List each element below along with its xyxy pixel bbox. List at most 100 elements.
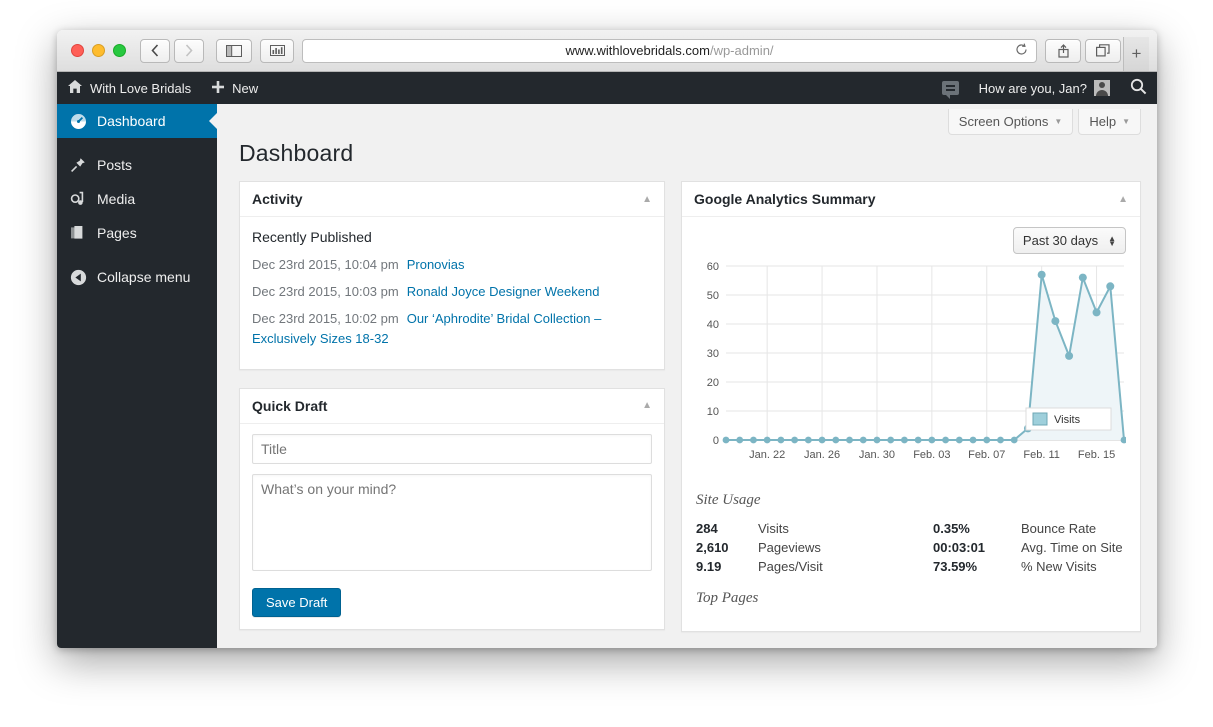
- forward-button[interactable]: [174, 38, 204, 63]
- x-tick-label: Feb. 07: [968, 449, 1005, 461]
- window-controls[interactable]: [71, 44, 126, 57]
- top-pages-label: Top Pages: [696, 590, 759, 606]
- chart-legend: Visits: [1025, 407, 1112, 431]
- y-tick-label: 60: [707, 261, 719, 273]
- avatar: [1094, 80, 1110, 96]
- admin-content: Screen Options ▼ Help ▼ Dashboard Activi…: [217, 104, 1157, 648]
- y-tick-label: 10: [707, 406, 719, 418]
- browser-window: www.withlovebridals.com/wp-admin/ + With…: [57, 30, 1157, 648]
- pin-icon: [69, 157, 87, 173]
- chart-y-axis-labels: 0 10 20 30 40 50 60: [707, 261, 719, 447]
- y-tick-label: 30: [707, 348, 719, 360]
- screen-options-button[interactable]: Screen Options ▼: [947, 109, 1074, 135]
- chart-data-point: [928, 436, 936, 444]
- save-draft-button[interactable]: Save Draft: [252, 587, 342, 617]
- site-usage-label: Site Usage: [696, 492, 761, 508]
- reader-view-icon[interactable]: [260, 38, 294, 63]
- analytics-widget-body: Past 30 days ▲ ▼ 0 10 20 30 40 50 60 Jan…: [682, 217, 1140, 631]
- quick-draft-title-input[interactable]: [252, 433, 652, 464]
- new-content-label: New: [232, 80, 259, 96]
- chart-data-point: [873, 436, 881, 444]
- x-tick-label: Feb. 11: [1023, 449, 1060, 461]
- greeting-label: How are you, Jan?: [978, 80, 1087, 96]
- chevron-down-icon: ▼: [1054, 116, 1063, 126]
- sidebar-item-dashboard[interactable]: Dashboard: [57, 104, 217, 138]
- toolbar-right-buttons: [1045, 38, 1121, 63]
- sidebar-label-collapse-menu: Collapse menu: [97, 269, 191, 285]
- usage-value: 2,610: [696, 540, 729, 555]
- usage-value: 9.19: [696, 559, 722, 574]
- chart-data-point: [1106, 282, 1115, 291]
- y-tick-label: 20: [707, 377, 719, 389]
- chart-data-point: [887, 436, 895, 444]
- dashboard-icon: [69, 113, 87, 130]
- chart-data-point: [722, 436, 730, 444]
- period-select[interactable]: Past 30 days ▲ ▼: [1012, 227, 1126, 254]
- usage-label-2: % New Visits: [1021, 559, 1097, 574]
- site-name-menu[interactable]: With Love Bridals: [57, 72, 201, 104]
- chart-data-point: [1010, 436, 1018, 444]
- sidebar-item-pages[interactable]: Pages: [57, 216, 217, 250]
- collapse-toggle-icon[interactable]: ▲: [1118, 194, 1128, 205]
- list-item: Dec 23rd 2015, 10:03 pm Ronald Joyce Desi…: [252, 282, 652, 302]
- admin-bar-right: How are you, Jan?: [932, 72, 1157, 104]
- chart-data-point: [846, 436, 853, 444]
- chart-data-point: [1065, 351, 1074, 360]
- url-input[interactable]: www.withlovebridals.com/wp-admin/: [302, 38, 1037, 63]
- chart-data-point: [791, 436, 799, 444]
- table-row: 2,610 Pageviews 00:03:01 Avg. Time on Si…: [696, 538, 1126, 557]
- close-window-button[interactable]: [71, 44, 84, 57]
- admin-sidebar: Dashboard Posts Media Pages Collapse men…: [57, 104, 217, 648]
- recently-published-heading: Recently Published: [252, 229, 372, 245]
- chart-data-point: [1078, 273, 1087, 282]
- sidebar-item-posts[interactable]: Posts: [57, 148, 217, 182]
- collapse-toggle-icon[interactable]: ▲: [642, 400, 652, 411]
- search-toggle[interactable]: [1120, 72, 1157, 104]
- chart-data-point: [859, 436, 867, 444]
- activity-time: Dec 23rd 2015, 10:02 pm: [252, 311, 399, 327]
- quick-draft-widget: Quick Draft ▲ Save Draft: [239, 387, 665, 630]
- show-all-tabs-button[interactable]: [1085, 38, 1121, 63]
- table-row: 284 Visits 0.35% Bounce Rate: [696, 519, 1126, 538]
- y-tick-label: 50: [707, 290, 719, 302]
- maximize-window-button[interactable]: [113, 44, 126, 57]
- activity-time: Dec 23rd 2015, 10:04 pm: [252, 257, 399, 272]
- chart-data-point: [818, 436, 826, 444]
- usage-label: Pageviews: [758, 540, 821, 555]
- activity-post-link[interactable]: Pronovias: [407, 257, 465, 272]
- navigation-buttons: [140, 38, 204, 63]
- my-account-menu[interactable]: How are you, Jan?: [969, 72, 1120, 104]
- home-icon: [67, 79, 83, 97]
- help-button[interactable]: Help ▼: [1078, 109, 1141, 135]
- share-button[interactable]: [1045, 38, 1081, 63]
- dashboard-column-right: Google Analytics Summary ▲ Past 30 days …: [681, 181, 1141, 632]
- sidebar-toggle-button[interactable]: [216, 38, 252, 63]
- activity-post-link[interactable]: Ronald Joyce Designer Weekend: [407, 284, 600, 299]
- site-usage-table: 284 Visits 0.35% Bounce Rate 2,610 Pagev…: [696, 519, 1126, 576]
- period-selector-row: Past 30 days ▲ ▼: [696, 227, 1126, 254]
- analytics-widget-header: Google Analytics Summary ▲: [682, 182, 1140, 217]
- quick-draft-content-textarea[interactable]: [252, 473, 652, 571]
- chart-canvas: 0 10 20 30 40 50 60 Jan. 22 Jan. 26 Jan. 30 Feb. …: [707, 261, 1126, 461]
- x-tick-label: Jan. 30: [859, 449, 895, 461]
- help-label: Help: [1089, 113, 1117, 129]
- quick-draft-widget-header: Quick Draft ▲: [240, 389, 664, 424]
- x-tick-label: Jan. 22: [749, 449, 785, 461]
- list-item: Dec 23rd 2015, 10:04 pm Pronovias: [252, 255, 652, 275]
- collapse-toggle-icon[interactable]: ▲: [642, 194, 652, 205]
- chart-data-point: [1092, 308, 1101, 317]
- usage-label-2: Bounce Rate: [1021, 521, 1097, 536]
- back-button[interactable]: [140, 38, 170, 63]
- chart-data-point: [942, 436, 949, 444]
- sidebar-item-collapse-menu[interactable]: Collapse menu: [57, 260, 217, 294]
- new-content-menu[interactable]: New: [201, 72, 268, 104]
- chart-data-point: [804, 436, 812, 444]
- minimize-window-button[interactable]: [92, 44, 105, 57]
- pages-icon: [69, 225, 87, 241]
- reload-icon[interactable]: [1015, 42, 1028, 59]
- sidebar-item-media[interactable]: Media: [57, 182, 217, 216]
- chart-data-point: [983, 436, 991, 444]
- new-tab-button[interactable]: +: [1123, 37, 1149, 71]
- comments-menu[interactable]: [932, 72, 969, 104]
- analytics-widget-title: Google Analytics Summary: [694, 191, 876, 207]
